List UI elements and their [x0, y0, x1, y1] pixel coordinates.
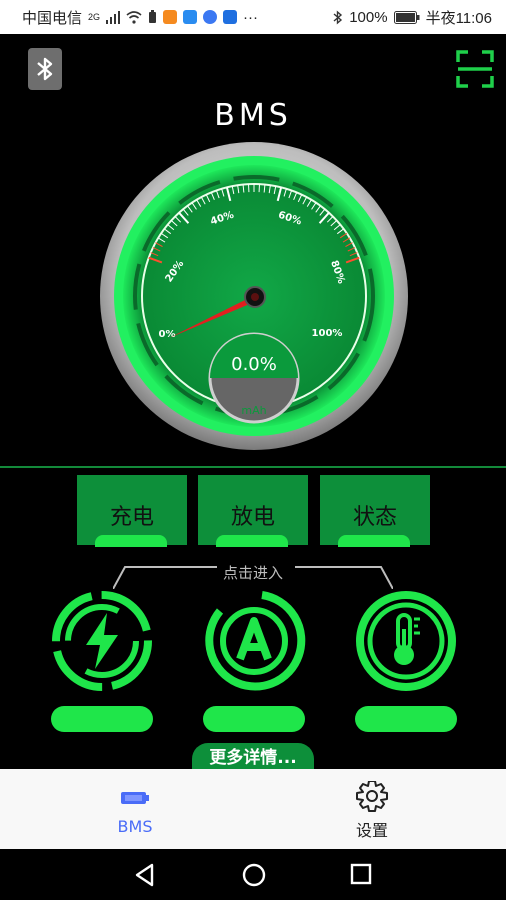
battery-icon	[121, 792, 149, 804]
capacity-window: 0.0% mAh	[208, 332, 300, 424]
charge-ring[interactable]	[50, 589, 154, 693]
status-overflow: ···	[243, 8, 259, 26]
hint-text: 点击进入	[222, 564, 283, 582]
divider	[0, 466, 506, 468]
lightning-icon	[86, 613, 118, 669]
ampere-icon	[236, 617, 272, 661]
page-title: BMS	[214, 98, 292, 133]
capacity-unit: mAh	[241, 404, 266, 417]
app-notification-icon	[183, 10, 198, 24]
charge-label: 充电	[109, 505, 154, 530]
capacity-percent: 0.0%	[231, 354, 277, 375]
battery-gauge: 0% 20% 40% 60% 80% 100% 0.0% mAh	[100, 142, 408, 450]
bluetooth-icon	[37, 57, 53, 81]
tab-bms-label: BMS	[117, 817, 153, 836]
signal-icon	[106, 10, 121, 24]
app-notification-icon	[223, 10, 238, 24]
status-label: 状态	[352, 505, 397, 530]
clock: 半夜11:06	[425, 9, 492, 27]
network-type: 2G	[88, 12, 101, 22]
charge-button[interactable]: 充电	[77, 475, 187, 547]
bluetooth-button[interactable]	[28, 48, 62, 90]
tick-label: 0%	[159, 329, 176, 340]
discharge-indicator	[216, 535, 288, 547]
temperature-ring[interactable]	[354, 589, 458, 693]
carrier-name: 中国电信	[22, 9, 83, 27]
wifi-icon	[126, 10, 142, 24]
system-nav-bar	[0, 849, 506, 900]
battery-percent: 100%	[349, 8, 388, 26]
tick-label: 100%	[312, 328, 343, 339]
bluetooth-status-icon	[333, 9, 343, 25]
current-value-bar	[203, 706, 305, 732]
current-ring[interactable]	[202, 589, 306, 693]
tab-settings[interactable]: 设置	[302, 769, 442, 849]
status-bar: 中国电信 2G ··· 100% 半夜11:06	[0, 0, 506, 34]
charge-value-bar	[51, 706, 153, 732]
tab-settings-label: 设置	[355, 821, 388, 840]
app-notification-icon	[163, 10, 178, 24]
discharge-button[interactable]: 放电	[198, 475, 308, 547]
status-right: 100% 半夜11:06	[333, 7, 492, 28]
bottom-tab-bar: BMS 设置	[0, 769, 506, 849]
battery-small-icon	[149, 10, 157, 23]
charge-indicator	[95, 535, 167, 547]
thermometer-icon	[394, 613, 420, 665]
recents-icon[interactable]	[350, 863, 372, 885]
home-icon[interactable]	[241, 862, 267, 888]
back-icon[interactable]	[134, 863, 156, 887]
scan-icon[interactable]	[456, 50, 494, 88]
battery-status-icon	[393, 10, 420, 24]
status-button[interactable]: 状态	[320, 475, 430, 547]
gear-icon	[356, 781, 388, 812]
discharge-label: 放电	[230, 505, 275, 530]
status-left: 中国电信 2G ···	[22, 7, 258, 28]
tab-bms[interactable]: BMS	[65, 769, 205, 849]
status-indicator	[338, 535, 410, 547]
app-notification-icon	[203, 10, 218, 24]
main-screen: BMS 0% 20% 40% 60% 80% 100% 0.0% mAh 充电 …	[0, 34, 506, 773]
temperature-value-bar	[355, 706, 457, 732]
